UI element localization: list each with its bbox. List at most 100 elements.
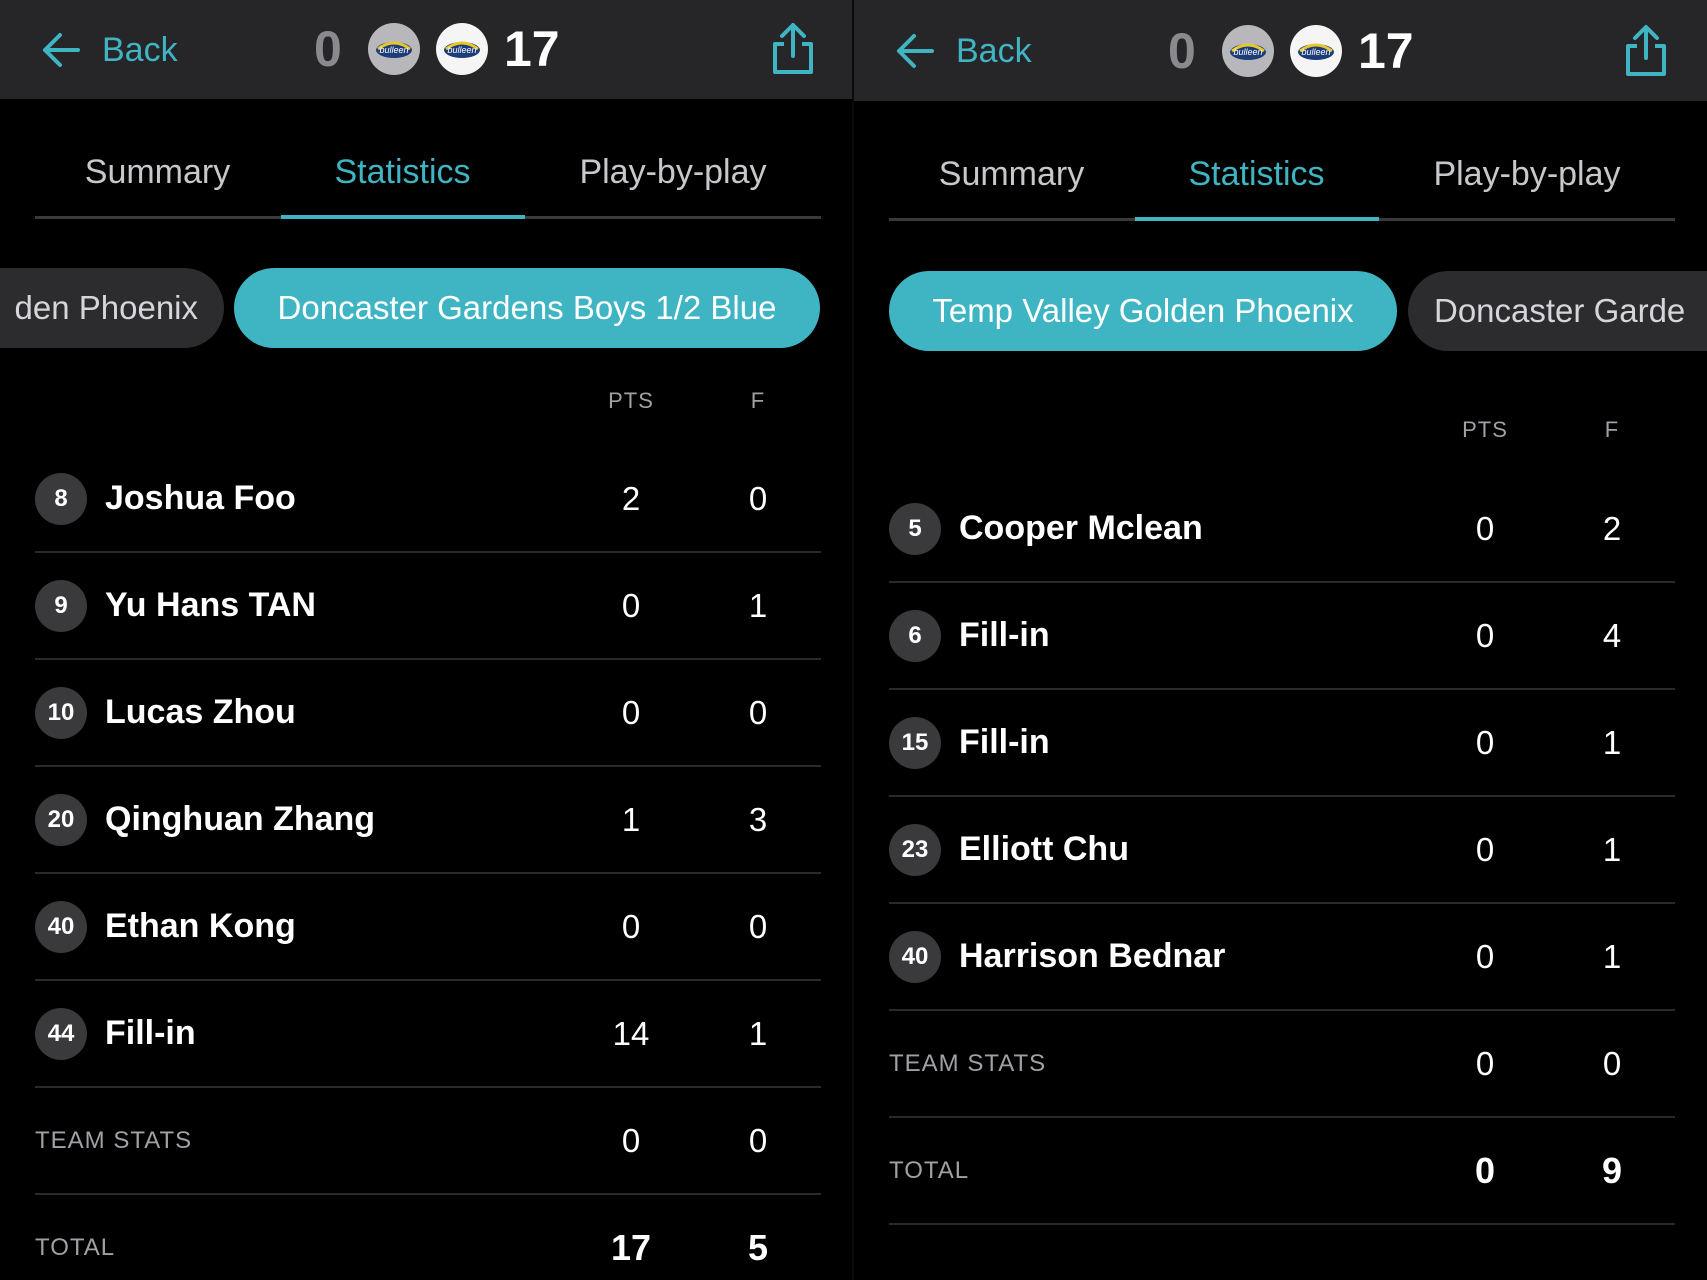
table-row[interactable]: 23 Elliott Chu 0 1	[889, 797, 1675, 904]
team-logo-icon: bulleen	[376, 41, 412, 58]
player-fouls: 2	[1602, 509, 1622, 547]
back-label: Back	[956, 31, 1032, 70]
active-tab-indicator	[281, 215, 525, 219]
player-name: Cooper Mclean	[959, 509, 1203, 547]
team-stats-pts: 0	[621, 1121, 641, 1159]
table-row[interactable]: 20 Qinghuan Zhang 1 3	[35, 767, 821, 874]
table-row[interactable]: 10 Lucas Zhou 0 0	[35, 660, 821, 767]
total-pts: 0	[1474, 1149, 1496, 1191]
top-bar: Back 0 bulleen bulleen 17	[0, 0, 854, 99]
team-logo-icon: bulleen	[444, 41, 480, 58]
jersey-number: 23	[889, 824, 941, 876]
player-name: Ethan Kong	[105, 907, 296, 945]
table-row[interactable]: 44 Fill-in 14 1	[35, 981, 821, 1088]
home-team-logo: bulleen	[368, 23, 420, 75]
arrow-left-icon	[43, 33, 80, 67]
home-logo-text: bulleen	[1233, 47, 1262, 57]
table-row[interactable]: 40 Ethan Kong 0 0	[35, 874, 821, 981]
player-fouls: 0	[748, 479, 768, 517]
player-fouls: 0	[748, 907, 768, 945]
share-icon	[1626, 25, 1666, 76]
top-bar: Back 0 bulleen bulleen 17	[854, 0, 1707, 101]
player-fouls: 1	[1602, 937, 1622, 975]
player-pts: 0	[621, 907, 641, 945]
tab-statistics[interactable]: Statistics	[1134, 130, 1379, 218]
column-header-pts: PTS	[608, 388, 654, 413]
team-stats-label: TEAM STATS	[35, 1126, 193, 1154]
team-stats-fouls: 0	[748, 1121, 768, 1159]
jersey-number: 5	[889, 503, 941, 555]
player-pts: 0	[1475, 830, 1495, 868]
away-score: 17	[1358, 23, 1414, 79]
share-button[interactable]	[1623, 24, 1669, 78]
tab-summary[interactable]: Summary	[35, 128, 280, 216]
total-label: TOTAL	[889, 1156, 970, 1184]
jersey-number: 40	[889, 931, 941, 983]
player-name: Fill-in	[959, 616, 1050, 654]
away-team-logo: bulleen	[436, 23, 488, 75]
player-name: Harrison Bednar	[959, 937, 1226, 975]
player-pts: 0	[1475, 937, 1495, 975]
team-pill-doncaster[interactable]: Doncaster Garde	[1408, 271, 1707, 351]
tab-bar: Summary Statistics Play-by-play	[35, 128, 821, 219]
back-label: Back	[102, 30, 178, 69]
team-stats-label: TEAM STATS	[889, 1049, 1047, 1077]
share-button[interactable]	[770, 22, 816, 76]
player-pts: 1	[621, 800, 641, 838]
table-row[interactable]: 6 Fill-in 0 4	[889, 583, 1675, 690]
player-name: Elliott Chu	[959, 830, 1129, 868]
team-stats-fouls: 0	[1602, 1044, 1622, 1082]
player-fouls: 1	[1602, 830, 1622, 868]
total-row: TOTAL 0 9	[889, 1118, 1675, 1225]
column-header-fouls: F	[1604, 417, 1620, 442]
table-row[interactable]: 5 Cooper Mclean 0 2	[889, 476, 1675, 583]
table-row[interactable]: 40 Harrison Bednar 0 1	[889, 904, 1675, 1011]
player-name: Joshua Foo	[105, 479, 296, 517]
team-pill-temp-valley[interactable]: den Phoenix	[0, 268, 224, 348]
tab-bar: Summary Statistics Play-by-play	[889, 130, 1675, 221]
home-score: 0	[314, 21, 342, 77]
total-fouls: 9	[1601, 1149, 1623, 1191]
home-score: 0	[1168, 23, 1196, 79]
jersey-number: 40	[35, 901, 87, 953]
team-selector: Temp Valley Golden Phoenix Doncaster Gar…	[854, 271, 1707, 351]
column-header-pts: PTS	[1462, 417, 1508, 442]
tab-play-by-play[interactable]: Play-by-play	[1379, 130, 1675, 218]
tab-summary[interactable]: Summary	[889, 130, 1134, 218]
jersey-number: 8	[35, 473, 87, 525]
player-pts: 0	[621, 693, 641, 731]
stats-screen-right: Back 0 bulleen bulleen 17 Summary Statis…	[854, 0, 1707, 1280]
table-row[interactable]: 9 Yu Hans TAN 0 1	[35, 553, 821, 660]
team-pill-temp-valley[interactable]: Temp Valley Golden Phoenix	[889, 271, 1397, 351]
scoreboard: 0 bulleen bulleen 17	[314, 18, 560, 80]
stats-screen-left: Back 0 bulleen bulleen 17 Summary Statis…	[0, 0, 854, 1280]
away-logo-text: bulleen	[1301, 47, 1330, 57]
back-button[interactable]: Back	[894, 25, 1032, 77]
team-logo-icon: bulleen	[1298, 43, 1334, 60]
away-team-logo: bulleen	[1290, 25, 1342, 77]
back-button[interactable]: Back	[40, 24, 178, 76]
home-logo-text: bulleen	[379, 45, 408, 55]
away-logo-text: bulleen	[447, 45, 476, 55]
player-fouls: 0	[748, 693, 768, 731]
player-fouls: 1	[748, 1014, 768, 1052]
tab-play-by-play[interactable]: Play-by-play	[525, 128, 821, 216]
player-name: Fill-in	[959, 723, 1050, 761]
player-pts: 0	[621, 586, 641, 624]
player-name: Qinghuan Zhang	[105, 800, 376, 838]
table-row[interactable]: 8 Joshua Foo 2 0	[35, 446, 821, 553]
player-pts: 0	[1475, 616, 1495, 654]
player-fouls: 1	[748, 586, 768, 624]
player-name: Yu Hans TAN	[105, 586, 316, 624]
jersey-number: 20	[35, 794, 87, 846]
team-pill-doncaster[interactable]: Doncaster Gardens Boys 1/2 Blue	[234, 268, 820, 348]
total-fouls: 5	[747, 1226, 769, 1268]
jersey-number: 9	[35, 580, 87, 632]
player-fouls: 1	[1602, 723, 1622, 761]
player-fouls: 4	[1602, 616, 1622, 654]
team-stats-row: TEAM STATS 0 0	[35, 1088, 821, 1195]
tab-statistics[interactable]: Statistics	[280, 128, 525, 216]
player-name: Fill-in	[105, 1014, 196, 1052]
table-row[interactable]: 15 Fill-in 0 1	[889, 690, 1675, 797]
home-team-logo: bulleen	[1222, 25, 1274, 77]
